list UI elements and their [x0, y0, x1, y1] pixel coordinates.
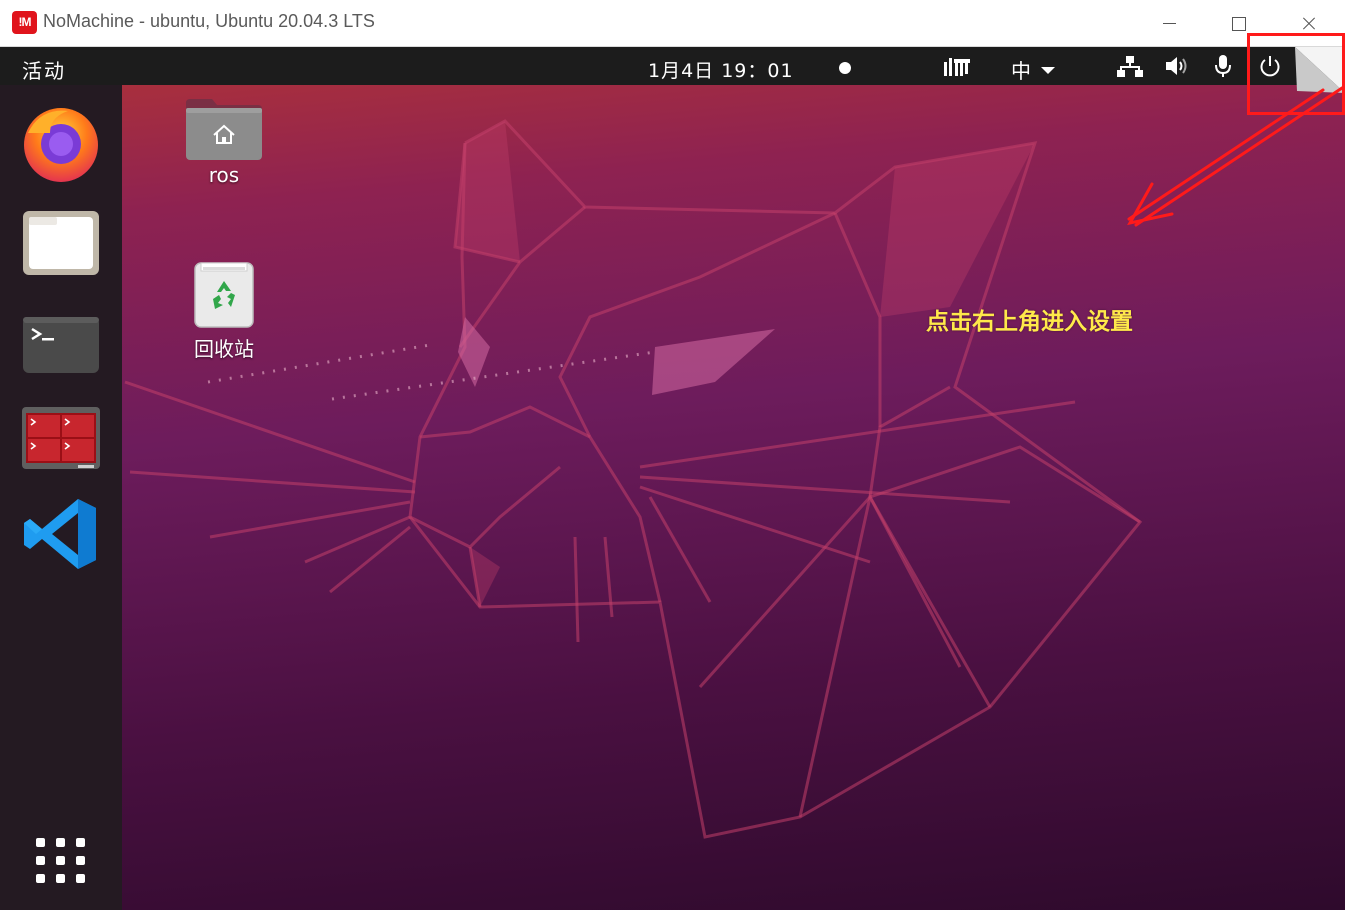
input-method-menu[interactable]: 中: [1011, 55, 1055, 84]
window-titlebar: !M NoMachine - ubuntu, Ubuntu 20.04.3 LT…: [0, 0, 1345, 47]
remote-desktop[interactable]: 活动 1月4日 19：01 中 ros 回收站 点击右上角进入设置: [0, 47, 1345, 910]
chevron-down-icon: [1041, 67, 1055, 74]
terminal-icon[interactable]: [20, 307, 102, 389]
volume-icon[interactable]: [1164, 53, 1192, 79]
dock: [0, 85, 122, 910]
app-grid-icon[interactable]: [20, 820, 102, 902]
annotation-highlight-box: [1247, 33, 1345, 115]
desktop-icon-label: ros: [208, 163, 240, 187]
activities-button[interactable]: 活动: [22, 55, 66, 84]
microphone-icon[interactable]: [1212, 53, 1234, 79]
input-method-label: 中: [1011, 59, 1031, 83]
terminator-icon[interactable]: [20, 401, 102, 483]
network-icon[interactable]: [1116, 53, 1144, 79]
desktop-icon-label: 回收站: [194, 337, 254, 361]
annotation-text: 点击右上角进入设置: [926, 309, 1133, 335]
files-icon[interactable]: [20, 203, 102, 285]
firefox-icon[interactable]: [20, 103, 102, 185]
input-meter-icon[interactable]: [942, 53, 972, 79]
clock[interactable]: 1月4日 19：01: [648, 56, 794, 83]
desktop-icon-trash[interactable]: 回收站: [169, 259, 279, 364]
home-folder-icon: [186, 99, 262, 160]
window-title: NoMachine - ubuntu, Ubuntu 20.04.3 LTS: [43, 11, 375, 31]
notification-dot-icon: [839, 62, 851, 74]
desktop-icon-ros[interactable]: ros: [169, 97, 279, 192]
nomachine-logo-icon: !M: [12, 11, 37, 34]
vscode-icon[interactable]: [20, 493, 102, 575]
gnome-top-bar: 活动 1月4日 19：01 中: [0, 47, 1345, 85]
minimize-icon[interactable]: [1135, 0, 1205, 47]
trash-icon: [194, 262, 254, 328]
